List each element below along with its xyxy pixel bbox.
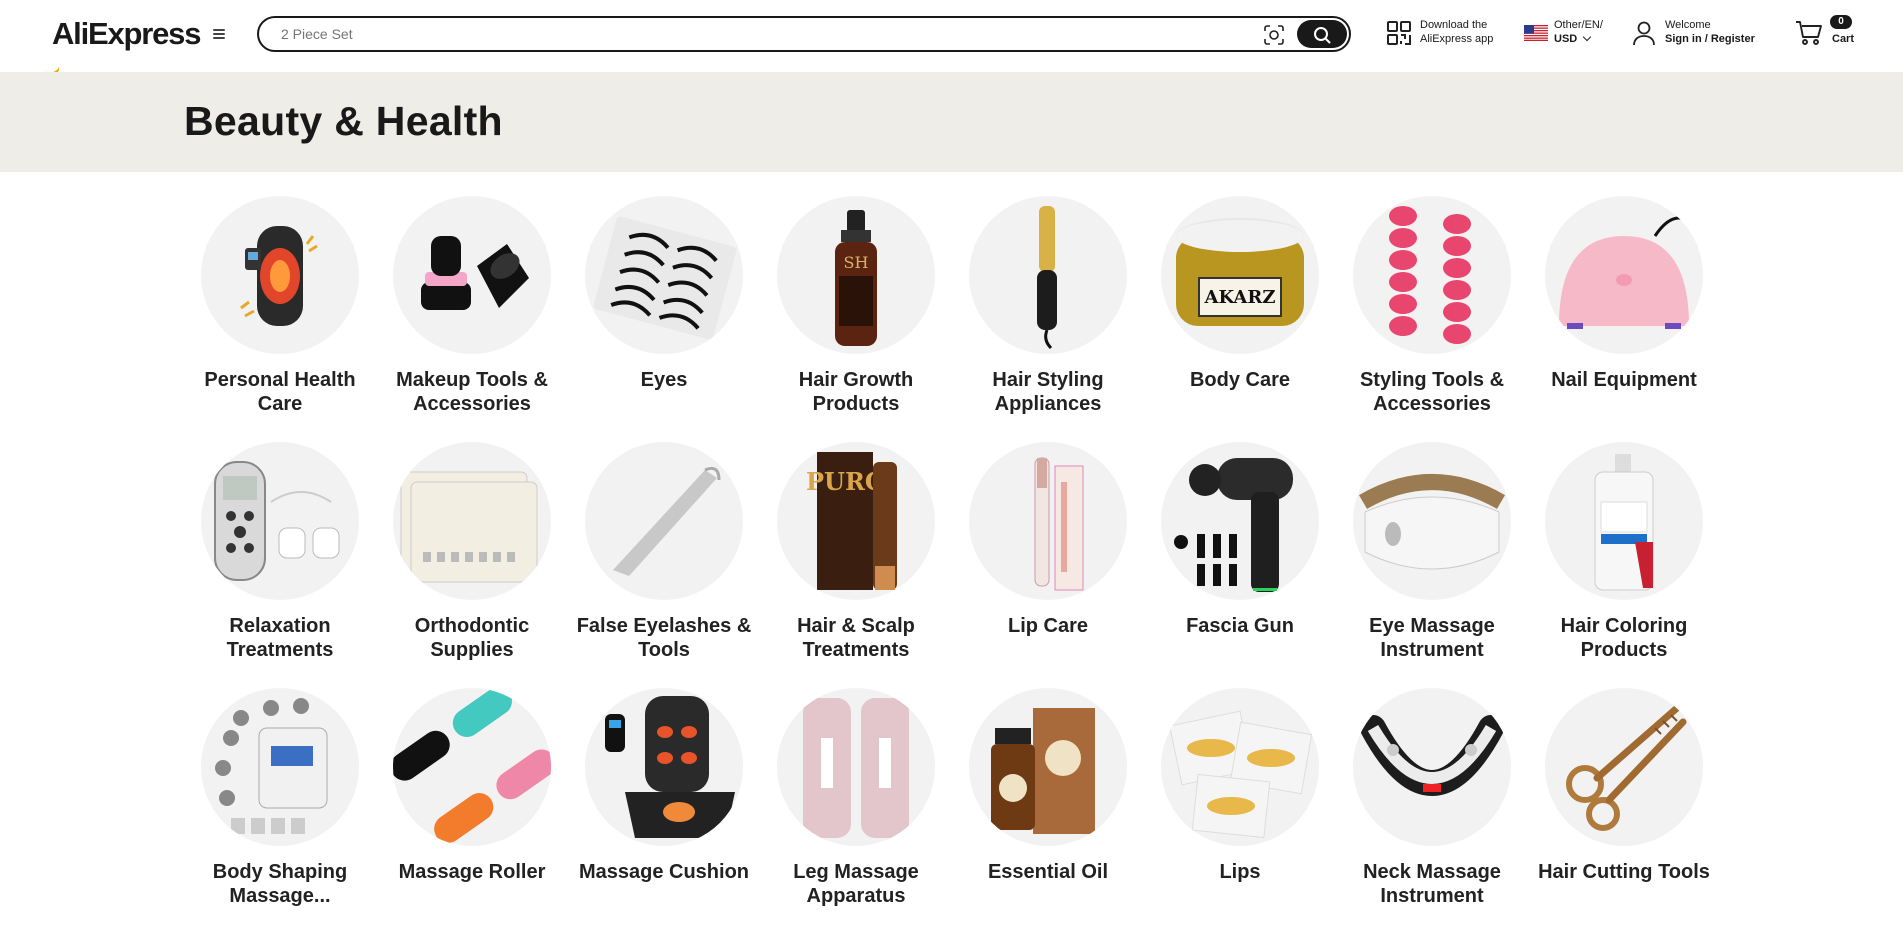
user-icon [1633,21,1655,46]
us-flag-icon [1524,25,1548,41]
svg-text:AKARZ: AKARZ [1204,287,1276,308]
category-fascia-gun[interactable]: Fascia Gun [1144,442,1336,688]
category-styling-tools[interactable]: Styling Tools & Accessories [1336,196,1528,442]
category-label: Styling Tools & Accessories [1359,369,1505,415]
category-body-shaping-massage[interactable]: Body Shaping Massage... [184,688,376,934]
category-eye-massage-instrument[interactable]: Eye Massage Instrument [1336,442,1528,688]
lash-tweezers-icon [585,442,743,600]
makeup-sponge-holder-icon [393,196,551,354]
category-label: Massage Cushion [578,861,750,883]
category-orthodontic-supplies[interactable]: Orthodontic Supplies [376,442,568,688]
category-nail-equipment[interactable]: Nail Equipment [1528,196,1720,442]
cart-count-badge: 0 [1830,15,1852,29]
scissors-icon [1545,688,1703,846]
category-hair-coloring-products[interactable]: Hair Coloring Products [1528,442,1720,688]
foam-rollers-icon [393,688,551,846]
category-label: False Eyelashes & Tools [576,615,752,661]
category-label: Relaxation Treatments [226,615,334,661]
search-input[interactable] [281,24,1231,44]
tens-device-icon [201,442,359,600]
shopping-cart-icon [1796,21,1822,45]
category-label: Personal Health Care [204,369,356,415]
category-label: Massage Roller [398,861,546,883]
currency-value: USD [1554,33,1578,45]
false-lashes-tray-icon [585,196,743,354]
butter-jar-icon: AKARZ [1161,196,1319,354]
oil-bottle-box-icon [969,688,1127,846]
category-hair-growth[interactable]: SH Hair Growth Products [760,196,952,442]
category-label: Fascia Gun [1186,615,1294,637]
aliexpress-logo[interactable]: AliExpress [44,16,201,78]
category-massage-roller[interactable]: Massage Roller [376,688,568,934]
image-search-icon[interactable] [1263,24,1285,46]
spray-bottle-icon: SH [777,196,935,354]
svg-text:SH: SH [844,253,869,272]
seat-massager-icon [585,688,743,846]
category-label: Nail Equipment [1551,369,1697,391]
welcome-text: Welcome [1665,19,1711,31]
category-label: Hair Cutting Tools [1538,861,1710,883]
hair-rollers-icon [1353,196,1511,354]
subcategory-grid: Personal Health Care Makeup Tools & Acce… [184,196,1720,934]
category-hero-banner: Beauty & Health [0,72,1903,172]
massage-gun-icon [1161,442,1319,600]
category-label: Leg Massage Apparatus [793,861,919,907]
hot-comb-icon [969,196,1127,354]
category-personal-health-care[interactable]: Personal Health Care [184,196,376,442]
slimming-machine-icon [201,688,359,846]
page-title: Beauty & Health [184,98,503,144]
category-leg-massage-apparatus[interactable]: Leg Massage Apparatus [760,688,952,934]
category-label: Body Care [1189,369,1291,391]
svg-text:PURC: PURC [806,467,884,496]
category-label: Makeup Tools & Accessories [396,369,548,415]
category-label: Eyes [640,369,688,391]
category-label: Hair Growth Products [798,369,914,415]
category-label: Eye Massage Instrument [1369,615,1495,661]
download-line2: AliExpress app [1420,33,1494,45]
top-header: AliExpress Download the AliExpress app Ot… [0,0,1903,78]
category-label: Hair Coloring Products [1560,615,1688,661]
search-bar [257,16,1351,52]
category-massage-cushion[interactable]: Massage Cushion [568,688,760,934]
category-lips[interactable]: Lips [1144,688,1336,934]
knee-brace-icon [201,196,359,354]
locale-line1: Other/EN/ [1554,19,1603,31]
bracket-kits-icon [393,442,551,600]
category-hair-cutting-tools[interactable]: Hair Cutting Tools [1528,688,1720,934]
category-lip-care[interactable]: Lip Care [952,442,1144,688]
neck-massager-icon [1353,688,1511,846]
gold-lip-masks-icon [1161,688,1319,846]
chevron-down-icon [1583,32,1592,42]
category-relaxation-treatments[interactable]: Relaxation Treatments [184,442,376,688]
category-false-eyelashes-tools[interactable]: False Eyelashes & Tools [568,442,760,688]
category-label: Neck Massage Instrument [1363,861,1501,907]
hamburger-menu-icon[interactable] [212,27,226,41]
category-label: Essential Oil [987,861,1109,883]
lip-gloss-icon [969,442,1127,600]
cart-label: Cart [1832,33,1855,45]
scalp-treatment-box-icon: PURC [777,442,935,600]
category-label: Hair & Scalp Treatments [797,615,915,661]
nail-lamp-icon [1545,196,1703,354]
search-icon [1314,27,1331,44]
category-essential-oil[interactable]: Essential Oil [952,688,1144,934]
leg-compression-icon [777,688,935,846]
category-label: Lips [1219,861,1261,883]
category-label: Body Shaping Massage... [212,861,348,907]
category-eyes[interactable]: Eyes [568,196,760,442]
category-label: Hair Styling Appliances [992,369,1104,415]
category-hair-styling-appliances[interactable]: Hair Styling Appliances [952,196,1144,442]
sign-in-register-link[interactable]: Sign in / Register [1665,33,1755,45]
search-button[interactable] [1297,20,1347,48]
qr-code-icon [1387,21,1411,45]
category-makeup-tools[interactable]: Makeup Tools & Accessories [376,196,568,442]
category-hair-scalp-treatments[interactable]: PURC Hair & Scalp Treatments [760,442,952,688]
category-label: Lip Care [1007,615,1089,637]
category-neck-massage-instrument[interactable]: Neck Massage Instrument [1336,688,1528,934]
category-body-care[interactable]: AKARZ Body Care [1144,196,1336,442]
download-line1: Download the [1420,19,1488,31]
category-label: Orthodontic Supplies [414,615,530,661]
developer-bottle-icon [1545,442,1703,600]
eye-massager-icon [1353,442,1511,600]
